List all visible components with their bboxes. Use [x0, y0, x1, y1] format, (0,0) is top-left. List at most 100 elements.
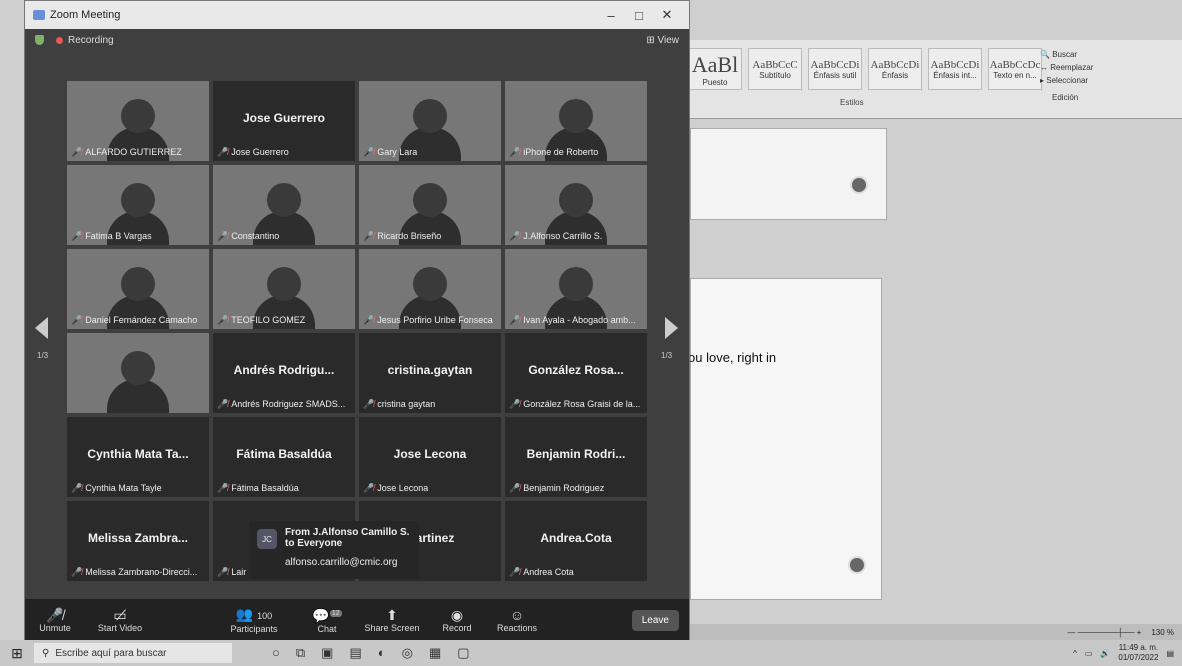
participant-display-name: Melissa Zambra...: [87, 531, 189, 545]
participant-tile[interactable]: 🎤̸ iPhone de Roberto: [505, 81, 647, 161]
participant-tile[interactable]: Fátima Basaldúa 🎤̸ Fátima Basaldúa: [213, 417, 355, 497]
replace-button[interactable]: ↔ Reemplazar: [1040, 61, 1093, 74]
next-page-arrow-icon[interactable]: [665, 317, 678, 339]
start-video-button[interactable]: ▭̸ Start Video: [85, 599, 155, 641]
word-icon[interactable]: ▦: [429, 645, 441, 661]
notifications-icon[interactable]: ▤: [1166, 649, 1174, 658]
zoom-slider-icon[interactable]: — ───────┼── +: [1068, 628, 1142, 637]
participants-icon: 👥 100: [235, 606, 273, 622]
participant-name-text: Jesus Porfirio Uribe Fonseca: [377, 315, 493, 325]
style-enfasis-int[interactable]: AaBbCcDi Énfasis int...: [928, 48, 982, 90]
participant-tile[interactable]: Andrés Rodrigu... 🎤̸ Andrés Rodriguez SMAD…: [213, 333, 355, 413]
store-icon[interactable]: ▤: [349, 645, 361, 661]
participant-tile[interactable]: 🎤̸ Ivan Ayala - Abogado amb...: [505, 249, 647, 329]
taskbar-search[interactable]: ⚲ Escribe aquí para buscar: [34, 643, 232, 663]
participant-tile[interactable]: 🎤̸ Constantino: [213, 165, 355, 245]
record-button[interactable]: ◉ Record: [427, 599, 487, 641]
chat-button[interactable]: 💬 12 Chat: [297, 599, 357, 641]
task-view-icon[interactable]: ⧉: [296, 645, 305, 661]
muted-icon: 🎤̸: [509, 231, 521, 241]
browser-icon[interactable]: ◐: [378, 645, 386, 661]
style-puesto[interactable]: AaBl Puesto: [688, 48, 742, 90]
zoom-app-icon: [33, 10, 45, 20]
minimize-button[interactable]: –: [597, 8, 625, 23]
muted-icon: 🎤̸: [217, 483, 229, 493]
style-name: Puesto: [702, 77, 728, 87]
participant-name-text: J.Alfonso Carrillo S.: [523, 231, 603, 241]
participants-button[interactable]: 👥 100 Participants: [211, 599, 297, 641]
muted-icon: 🎤̸: [509, 399, 521, 409]
participant-name-label: 🎤̸ Fatima B Vargas: [71, 231, 152, 242]
close-button[interactable]: ✕: [653, 7, 681, 23]
windows-start-icon[interactable]: ⊞: [0, 645, 34, 662]
style-name: Énfasis: [881, 70, 909, 80]
shield-icon[interactable]: [35, 35, 44, 45]
select-button[interactable]: ▸ Seleccionar: [1040, 74, 1093, 87]
find-button[interactable]: 🔍 Buscar: [1040, 48, 1093, 61]
tray-chevron-icon[interactable]: ^: [1073, 649, 1077, 658]
participant-tile[interactable]: [67, 333, 209, 413]
maximize-button[interactable]: □: [625, 8, 653, 23]
share-screen-label: Share Screen: [364, 623, 420, 633]
participant-tile[interactable]: Cynthia Mata Ta... 🎤̸ Cynthia Mata Tayle: [67, 417, 209, 497]
title-bar: Zoom Meeting – □ ✕: [25, 1, 689, 29]
chrome-icon[interactable]: ◎: [402, 645, 413, 661]
style-subtitulo[interactable]: AaBbCcC Subtítulo: [748, 48, 802, 90]
zoom-taskbar-icon[interactable]: ▢: [457, 645, 469, 661]
participant-name-label: 🎤̸ Ricardo Briseño: [363, 231, 441, 242]
participant-tile[interactable]: Jose Lecona 🎤̸ Jose Lecona: [359, 417, 501, 497]
page-indicator-left: 1/3: [37, 351, 49, 360]
muted-icon: 🎤̸: [363, 231, 375, 241]
participant-name-label: 🎤̸ TEOFILO GOMEZ: [217, 315, 305, 326]
participant-tile[interactable]: 🎤̸ Ricardo Briseño: [359, 165, 501, 245]
file-explorer-icon[interactable]: ▣: [321, 645, 333, 661]
participant-video-head: [121, 99, 155, 133]
chat-label: Chat: [317, 623, 337, 634]
unmute-button[interactable]: 🎤̸ Unmute: [25, 599, 85, 641]
word-status-bar: — ───────┼── + 130 %: [680, 624, 1182, 640]
previous-page-arrow-icon[interactable]: [35, 317, 48, 339]
participant-tile[interactable]: González Rosa... 🎤̸ González Rosa Graisi d…: [505, 333, 647, 413]
participant-tile[interactable]: 🎤̸ Gary Lara: [359, 81, 501, 161]
leave-button[interactable]: Leave: [631, 609, 679, 631]
participant-name-text: Ricardo Briseño: [377, 231, 442, 241]
start-video-label: Start Video: [97, 623, 143, 633]
style-enfasis[interactable]: AaBbCcDi Énfasis: [868, 48, 922, 90]
participant-tile[interactable]: Andrea.Cota 🎤̸ Andrea Cota: [505, 501, 647, 581]
style-enfasis-sutil[interactable]: AaBbCcDi Énfasis sutil: [808, 48, 862, 90]
meeting-toolbar: 🎤̸ Unmute ▭̸ Start Video 👥 100 Participants…: [25, 599, 689, 641]
participant-video-head: [559, 183, 593, 217]
window-title: Zoom Meeting: [50, 9, 121, 21]
participant-tile[interactable]: 🎤̸ Fatima B Vargas: [67, 165, 209, 245]
muted-icon: 🎤̸: [363, 483, 375, 493]
participants-count: 100: [257, 611, 273, 621]
participant-name-text: TEOFILO GOMEZ: [231, 315, 306, 325]
network-icon[interactable]: ▭: [1085, 649, 1093, 658]
cortana-icon[interactable]: ○: [272, 645, 280, 661]
clock[interactable]: 11:49 a. m. 01/07/2022: [1118, 643, 1158, 663]
participant-tile[interactable]: 🎤̸ J.Alfonso Carrillo S.: [505, 165, 647, 245]
participant-tile[interactable]: 🎤̸ Jesus Porfirio Uribe Fonseca: [359, 249, 501, 329]
view-button[interactable]: ⊞ View: [646, 35, 679, 46]
participant-tile[interactable]: Benjamin Rodri... 🎤̸ Benjamin Rodriguez: [505, 417, 647, 497]
participant-tile[interactable]: Melissa Zambra... 🎤̸ Melissa Zambrano-Dire…: [67, 501, 209, 581]
chat-notification[interactable]: JC From J.Alfonso Camillo S. to Everyone…: [249, 521, 419, 579]
participant-tile[interactable]: Jose Guerrero 🎤̸ Jose Guerrero: [213, 81, 355, 161]
participant-name-label: 🎤̸ Fátima Basaldúa: [217, 483, 299, 494]
participant-name-label: 🎤̸ Jose Lecona: [363, 483, 428, 494]
participant-tile[interactable]: 🎤̸ Daniel Fernández Camacho: [67, 249, 209, 329]
participant-tile[interactable]: 🎤̸ TEOFILO GOMEZ: [213, 249, 355, 329]
style-texto[interactable]: AaBbCcDc Texto en n...: [988, 48, 1042, 90]
replace-label: Reemplazar: [1050, 63, 1094, 72]
participant-tile[interactable]: 🎤̸ ALFARDO GUTIERREZ: [67, 81, 209, 161]
share-screen-button[interactable]: ⬆ Share Screen: [357, 599, 427, 641]
participant-tile[interactable]: cristina.gaytan 🎤̸ cristina gaytan: [359, 333, 501, 413]
reactions-button[interactable]: ☺ Reactions: [487, 599, 547, 641]
participant-name-text: Fatima B Vargas: [85, 231, 152, 241]
participant-video-head: [121, 267, 155, 301]
participant-name-text: cristina gaytan: [377, 399, 436, 409]
participant-video-head: [559, 99, 593, 133]
volume-icon[interactable]: 🔊: [1100, 649, 1110, 658]
participant-name-label: 🎤̸ Gary Lara: [363, 147, 417, 158]
chat-sender: From J.Alfonso Camillo S. to Everyone: [285, 527, 410, 549]
